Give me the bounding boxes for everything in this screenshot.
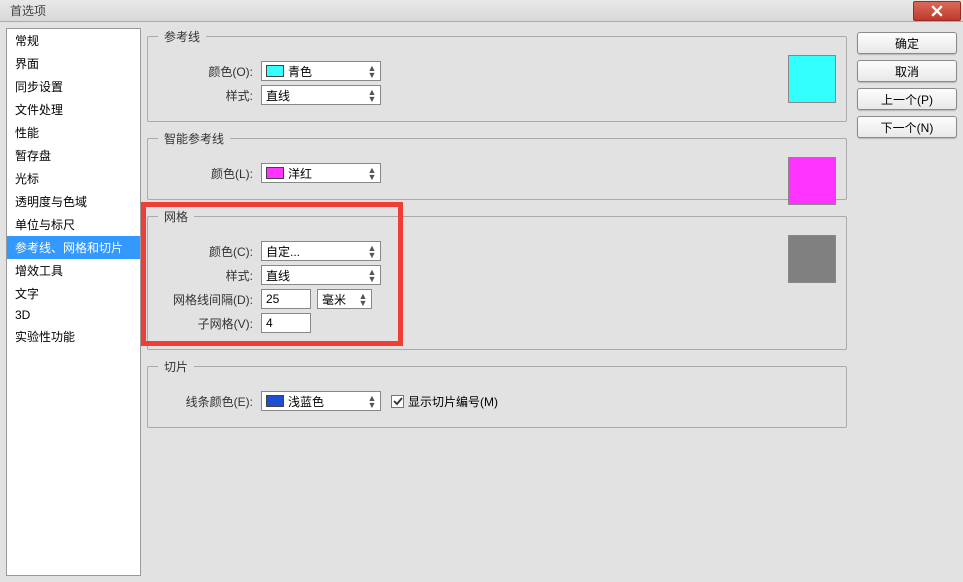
window-title: 首选项: [10, 2, 46, 19]
action-buttons-column: 确定 取消 上一个(P) 下一个(N): [857, 28, 957, 576]
legend-grid: 网格: [158, 208, 194, 225]
label-slices-color: 线条颜色(E):: [158, 393, 253, 410]
select-slices-color[interactable]: 浅蓝色 ▲▼: [261, 391, 381, 411]
sidebar-item[interactable]: 光标: [7, 167, 140, 190]
label-grid-spacing: 网格线间隔(D):: [158, 291, 253, 308]
sidebar-item[interactable]: 增效工具: [7, 259, 140, 282]
fieldset-slices: 切片 线条颜色(E): 浅蓝色 ▲▼ 显示切片编号(M): [147, 358, 847, 428]
fieldset-smart-guides: 智能参考线 颜色(L): 洋红 ▲▼: [147, 130, 847, 200]
stepper-icon: ▲▼: [366, 63, 378, 81]
input-grid-subdiv[interactable]: [261, 313, 311, 333]
legend-guides: 参考线: [158, 28, 206, 45]
select-guides-style-value: 直线: [266, 87, 376, 104]
select-smartguides-color-value: 洋红: [288, 165, 376, 182]
label-grid-color: 颜色(C):: [158, 243, 253, 260]
content-area: 参考线 颜色(O): 青色 ▲▼ 样式: 直线 ▲▼: [147, 28, 957, 576]
legend-smart-guides: 智能参考线: [158, 130, 230, 147]
sidebar-item[interactable]: 文字: [7, 282, 140, 305]
dialog-body: 常规界面同步设置文件处理性能暂存盘光标透明度与色域单位与标尺参考线、网格和切片增…: [0, 22, 963, 582]
sidebar-item[interactable]: 同步设置: [7, 75, 140, 98]
stepper-icon: ▲▼: [366, 165, 378, 183]
label-smartguides-color: 颜色(L):: [158, 165, 253, 182]
cancel-button[interactable]: 取消: [857, 60, 957, 82]
select-guides-color-value: 青色: [288, 63, 376, 80]
close-button[interactable]: [913, 1, 961, 21]
label-grid-style: 样式:: [158, 267, 253, 284]
fieldset-guides: 参考线 颜色(O): 青色 ▲▼ 样式: 直线 ▲▼: [147, 28, 847, 122]
select-guides-color[interactable]: 青色 ▲▼: [261, 61, 381, 81]
select-guides-style[interactable]: 直线 ▲▼: [261, 85, 381, 105]
sidebar-item[interactable]: 单位与标尺: [7, 213, 140, 236]
next-button[interactable]: 下一个(N): [857, 116, 957, 138]
stepper-icon: ▲▼: [357, 291, 369, 309]
input-grid-spacing[interactable]: [261, 289, 311, 309]
label-grid-subdiv: 子网格(V):: [158, 315, 253, 332]
stepper-icon: ▲▼: [366, 243, 378, 261]
select-grid-unit[interactable]: 毫米 ▲▼: [317, 289, 372, 309]
stepper-icon: ▲▼: [366, 267, 378, 285]
select-grid-style-value: 直线: [266, 267, 376, 284]
select-grid-style[interactable]: 直线 ▲▼: [261, 265, 381, 285]
category-sidebar[interactable]: 常规界面同步设置文件处理性能暂存盘光标透明度与色域单位与标尺参考线、网格和切片增…: [6, 28, 141, 576]
sidebar-item[interactable]: 3D: [7, 305, 140, 325]
fieldset-grid: 网格 颜色(C): 自定... ▲▼ 样式: 直线 ▲▼ 网格线间: [147, 208, 847, 350]
titlebar: 首选项: [0, 0, 963, 22]
sidebar-item[interactable]: 透明度与色域: [7, 190, 140, 213]
legend-slices: 切片: [158, 358, 194, 375]
swatch-guides-color: [266, 65, 284, 77]
preview-swatch-guides[interactable]: [788, 55, 836, 103]
checkbox-show-slice-numbers-label: 显示切片编号(M): [408, 393, 498, 410]
preview-swatch-grid[interactable]: [788, 235, 836, 283]
checkbox-show-slice-numbers[interactable]: 显示切片编号(M): [391, 393, 498, 410]
sidebar-item[interactable]: 性能: [7, 121, 140, 144]
swatch-slices-color: [266, 395, 284, 407]
sidebar-item[interactable]: 参考线、网格和切片: [7, 236, 140, 259]
swatch-smartguides-color: [266, 167, 284, 179]
select-grid-color[interactable]: 自定... ▲▼: [261, 241, 381, 261]
label-guides-style: 样式:: [158, 87, 253, 104]
label-guides-color: 颜色(O):: [158, 63, 253, 80]
sidebar-item[interactable]: 界面: [7, 52, 140, 75]
check-icon: [393, 396, 403, 406]
settings-panels: 参考线 颜色(O): 青色 ▲▼ 样式: 直线 ▲▼: [147, 28, 847, 576]
sidebar-item[interactable]: 实验性功能: [7, 325, 140, 348]
sidebar-item[interactable]: 暂存盘: [7, 144, 140, 167]
stepper-icon: ▲▼: [366, 87, 378, 105]
checkbox-box: [391, 395, 404, 408]
sidebar-item[interactable]: 文件处理: [7, 98, 140, 121]
preview-swatch-smartguides[interactable]: [788, 157, 836, 205]
ok-button[interactable]: 确定: [857, 32, 957, 54]
close-icon: [931, 5, 943, 17]
select-grid-color-value: 自定...: [266, 243, 376, 260]
select-smartguides-color[interactable]: 洋红 ▲▼: [261, 163, 381, 183]
prev-button[interactable]: 上一个(P): [857, 88, 957, 110]
select-slices-color-value: 浅蓝色: [288, 393, 376, 410]
stepper-icon: ▲▼: [366, 393, 378, 411]
sidebar-item[interactable]: 常规: [7, 29, 140, 52]
